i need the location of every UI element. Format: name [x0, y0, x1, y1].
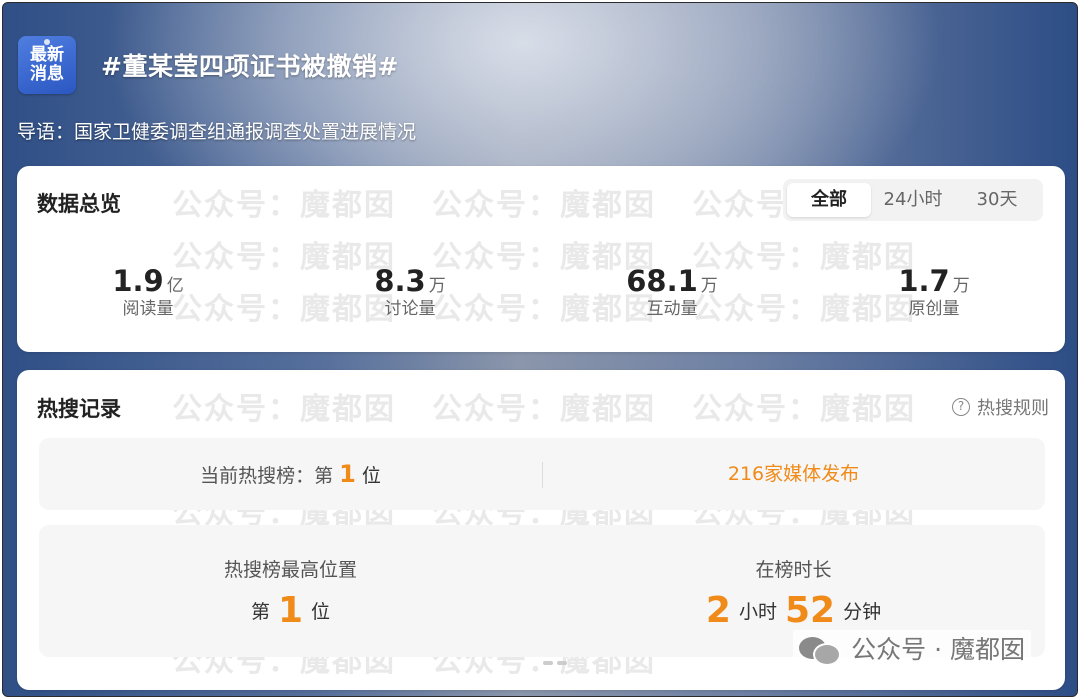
current-rank: 当前热搜榜：第 1 位 [39, 438, 542, 510]
stat-label: 互动量 [646, 299, 698, 319]
peak-rank-value-row: 第1位 [39, 590, 542, 631]
badge-line2: 消息 [30, 64, 64, 84]
current-rank-suffix: 位 [361, 465, 381, 487]
latest-news-badge: 最新 消息 [18, 36, 76, 94]
tab-24h[interactable]: 24小时 [871, 183, 955, 217]
stat-unit: 亿 [166, 276, 184, 296]
topic-guide: 导语：国家卫健委调查组通报调查处置进展情况 [17, 121, 417, 143]
duration-minutes-unit: 分钟 [843, 601, 882, 623]
question-circle-icon: ? [952, 398, 970, 416]
topic-title: #董某莹四项证书被撤销# [101, 52, 399, 81]
hot-search-card: 公众号：魔都囡 公众号：魔都囡 公众号：魔都囡 公众号：魔都囡 公众号：魔都囡 … [17, 370, 1065, 690]
current-rank-panel: 当前热搜榜：第 1 位 216家媒体发布 [39, 438, 1045, 510]
stat-label: 原创量 [908, 299, 960, 319]
current-rank-prefix: 当前热搜榜：第 [200, 465, 334, 487]
page-indicator [543, 661, 567, 667]
stat-value: 1.9 [112, 264, 164, 298]
badge-dot-icon [44, 39, 50, 45]
tab-30d[interactable]: 30天 [955, 183, 1039, 217]
stat-label: 阅读量 [122, 299, 174, 319]
stat-reads: 1.9 亿 阅读量 [17, 264, 279, 320]
tab-all[interactable]: 全部 [787, 183, 871, 217]
stat-label: 讨论量 [384, 299, 436, 319]
duration-hours: 2 [705, 590, 731, 631]
stat-unit: 万 [952, 276, 970, 296]
stat-unit: 万 [700, 276, 718, 296]
stat-unit: 万 [428, 276, 446, 296]
peak-rank-prefix: 第 [250, 601, 270, 623]
watermark-text: 公众号：魔都囡 [172, 188, 396, 223]
topic-page: 最新 消息 #董某莹四项证书被撤销# 导语：国家卫健委调查组通报调查处置进展情况… [2, 2, 1078, 697]
wechat-watermark-text: 公众号 · 魔都囡 [851, 635, 1025, 664]
stat-value: 8.3 [374, 264, 426, 298]
wechat-watermark: 公众号 · 魔都囡 [793, 630, 1031, 666]
stat-original: 1.7 万 原创量 [803, 264, 1065, 320]
stat-value: 1.7 [898, 264, 950, 298]
duration-hours-unit: 小时 [738, 601, 777, 623]
stat-value: 68.1 [626, 264, 698, 298]
watermark-text: 公众号：魔都囡 [692, 392, 916, 427]
watermark-text: 公众号：魔都囡 [172, 392, 396, 427]
hot-search-rules-link[interactable]: ? 热搜规则 [952, 394, 1049, 420]
peak-rank: 热搜榜最高位置 第1位 [39, 525, 542, 657]
overview-card: 公众号：魔都囡 公众号：魔都囡 公众号：魔都囡 公众号：魔都囡 公众号：魔都囡 … [17, 166, 1065, 352]
hot-search-title: 热搜记录 [37, 397, 121, 421]
overview-title: 数据总览 [37, 192, 121, 216]
wechat-icon [799, 633, 842, 666]
peak-rank-value: 1 [277, 590, 304, 631]
badge-line1: 最新 [30, 45, 64, 65]
peak-rank-label: 热搜榜最高位置 [223, 559, 357, 581]
duration-minutes: 52 [784, 590, 836, 631]
time-range-tabs: 全部 24小时 30天 [783, 179, 1043, 221]
duration-label: 在榜时长 [755, 559, 832, 581]
watermark-text: 公众号：魔都囡 [432, 392, 656, 427]
watermark-text: 公众号：魔都囡 [432, 188, 656, 223]
stat-discussions: 8.3 万 讨论量 [279, 264, 541, 320]
peak-rank-suffix: 位 [311, 601, 331, 623]
stats-row: 1.9 亿 阅读量 8.3 万 讨论量 68.1 万 互动量 1.7 万 原创量 [17, 264, 1065, 320]
media-count-link[interactable]: 216家媒体发布 [542, 438, 1045, 510]
duration-value-row: 2 小时 52 分钟 [542, 590, 1045, 631]
rules-label: 热搜规则 [977, 398, 1049, 419]
stat-interactions: 68.1 万 互动量 [541, 264, 803, 320]
current-rank-value: 1 [339, 460, 356, 488]
